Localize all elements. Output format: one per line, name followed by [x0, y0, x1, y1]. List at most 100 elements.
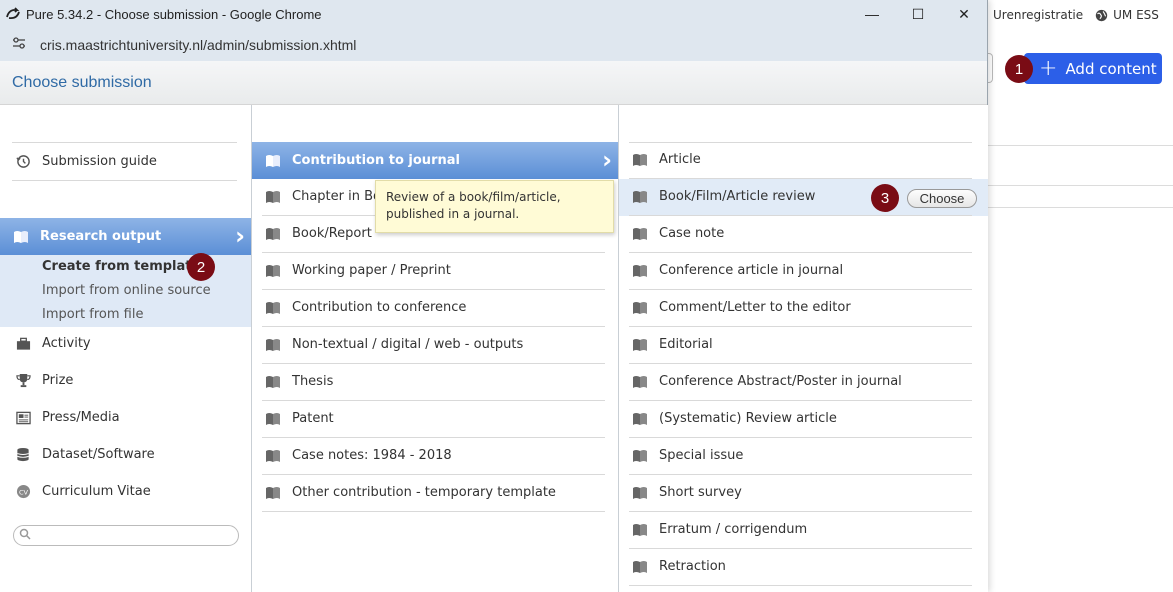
step-badge-1: 1 — [1005, 55, 1033, 83]
divider — [629, 142, 972, 143]
type-item-label: Case notes: 1984 - 2018 — [292, 448, 452, 463]
type-item[interactable]: Chapter in Boo — [264, 189, 389, 204]
divider — [629, 548, 972, 549]
subtype-item-label: Short survey — [659, 485, 742, 500]
subtype-item-label: Case note — [659, 226, 725, 241]
subtype-item[interactable]: Editorial — [631, 337, 713, 352]
divider — [629, 585, 972, 586]
nav-um-ess[interactable]: UM ESS — [1095, 8, 1159, 22]
research-output-item[interactable]: Research output › — [0, 218, 251, 255]
subtype-item[interactable]: Special issue — [631, 448, 743, 463]
subtype-item[interactable]: Conference article in journal — [631, 263, 843, 278]
book-icon — [264, 486, 282, 500]
book-icon — [631, 486, 649, 500]
book-icon — [631, 190, 649, 204]
divider — [262, 437, 605, 438]
divider — [629, 215, 972, 216]
address-bar[interactable]: cris.maastrichtuniversity.nl/admin/submi… — [0, 28, 987, 61]
book-icon — [631, 560, 649, 574]
create-from-template-link[interactable]: Create from template — [42, 259, 200, 274]
subtype-item[interactable]: Conference Abstract/Poster in journal — [631, 374, 902, 389]
contribution-to-journal-item[interactable]: Contribution to journal › — [252, 142, 618, 179]
subtype-item[interactable]: (Systematic) Review article — [631, 411, 837, 426]
press-media-item[interactable]: Press/Media — [14, 410, 120, 425]
type-item[interactable]: Contribution to conference — [264, 300, 466, 315]
nav-urenregistratie[interactable]: Urenregistratie — [993, 8, 1083, 22]
type-column: Contribution to journal › Chapter in Boo… — [252, 105, 619, 592]
book-icon — [264, 301, 282, 315]
book-icon — [631, 264, 649, 278]
divider — [262, 252, 605, 253]
type-item[interactable]: Thesis — [264, 374, 333, 389]
subtype-item[interactable]: Erratum / corrigendum — [631, 522, 807, 537]
type-item[interactable]: Book/Report — [264, 226, 372, 241]
subtype-item-label: Editorial — [659, 337, 713, 352]
curriculum-vitae-item[interactable]: CV Curriculum Vitae — [14, 484, 151, 499]
database-icon — [14, 447, 32, 462]
category-column: Submission guide Research output › Creat… — [0, 105, 252, 592]
type-item-label: Contribution to conference — [292, 300, 467, 315]
type-item[interactable]: Non-textual / digital / web - outputs — [264, 337, 523, 352]
book-icon — [264, 154, 282, 168]
site-info-icon[interactable] — [12, 37, 26, 52]
book-icon — [631, 301, 649, 315]
subtype-item-label: Special issue — [659, 448, 744, 463]
background-divider — [988, 207, 1173, 208]
subtype-item[interactable]: Retraction — [631, 559, 726, 574]
search-input[interactable] — [13, 525, 239, 546]
divider — [12, 180, 237, 181]
divider — [629, 326, 972, 327]
book-icon — [631, 227, 649, 241]
book-icon — [631, 412, 649, 426]
background-divider — [988, 145, 1173, 146]
divider — [262, 474, 605, 475]
minimize-button[interactable]: — — [849, 0, 895, 28]
book-icon — [264, 264, 282, 278]
subtype-item[interactable]: Book/Film/Article review — [631, 189, 815, 204]
divider — [629, 474, 972, 475]
prize-item[interactable]: Prize — [14, 373, 73, 388]
plus-icon: + — [1039, 55, 1058, 81]
url-text: cris.maastrichtuniversity.nl/admin/submi… — [40, 36, 357, 53]
dataset-software-item[interactable]: Dataset/Software — [14, 447, 155, 462]
maximize-button[interactable]: ☐ — [895, 0, 941, 28]
book-icon — [631, 338, 649, 352]
activity-item[interactable]: Activity — [14, 336, 91, 351]
book-icon — [12, 230, 30, 244]
subtype-item[interactable]: Comment/Letter to the editor — [631, 300, 851, 315]
divider — [629, 400, 972, 401]
review-tooltip: Review of a book/film/article, published… — [375, 180, 614, 233]
type-item[interactable]: Patent — [264, 411, 334, 426]
subtype-item[interactable]: Short survey — [631, 485, 742, 500]
type-item[interactable]: Other contribution - temporary template — [264, 485, 556, 500]
history-icon — [14, 154, 32, 169]
divider — [629, 252, 972, 253]
type-item-label: Non-textual / digital / web - outputs — [292, 337, 524, 352]
subtype-column: Article Book/Film/Article review Case note… — [619, 105, 988, 592]
submission-guide-item[interactable]: Submission guide — [14, 153, 157, 169]
submission-columns: Submission guide Research output › Creat… — [0, 105, 988, 592]
choose-submission-window: Pure 5.34.2 - Choose submission - Google… — [0, 0, 988, 592]
contribution-to-journal-label: Contribution to journal — [292, 153, 460, 168]
add-content-button[interactable]: + Add content — [1024, 53, 1162, 84]
book-icon — [631, 153, 649, 167]
search-icon — [19, 528, 31, 543]
close-button[interactable]: ✕ — [941, 0, 987, 28]
add-content-label: Add content — [1065, 59, 1157, 78]
subtype-item[interactable]: Article — [631, 152, 701, 167]
choose-button[interactable]: Choose — [907, 189, 977, 208]
import-from-online-source-link[interactable]: Import from online source — [42, 283, 211, 298]
step-badge-2: 2 — [187, 253, 215, 281]
divider — [262, 363, 605, 364]
subtype-item[interactable]: Case note — [631, 226, 724, 241]
briefcase-icon — [14, 337, 32, 351]
nav-um-ess-label: UM ESS — [1113, 8, 1159, 22]
background-divider — [988, 185, 1173, 186]
import-from-file-link[interactable]: Import from file — [42, 307, 143, 322]
type-item[interactable]: Working paper / Preprint — [264, 263, 451, 278]
subtype-item-label: (Systematic) Review article — [659, 411, 837, 426]
type-item[interactable]: Case notes: 1984 - 2018 — [264, 448, 452, 463]
window-titlebar: Pure 5.34.2 - Choose submission - Google… — [0, 0, 987, 28]
divider — [262, 400, 605, 401]
divider — [629, 363, 972, 364]
